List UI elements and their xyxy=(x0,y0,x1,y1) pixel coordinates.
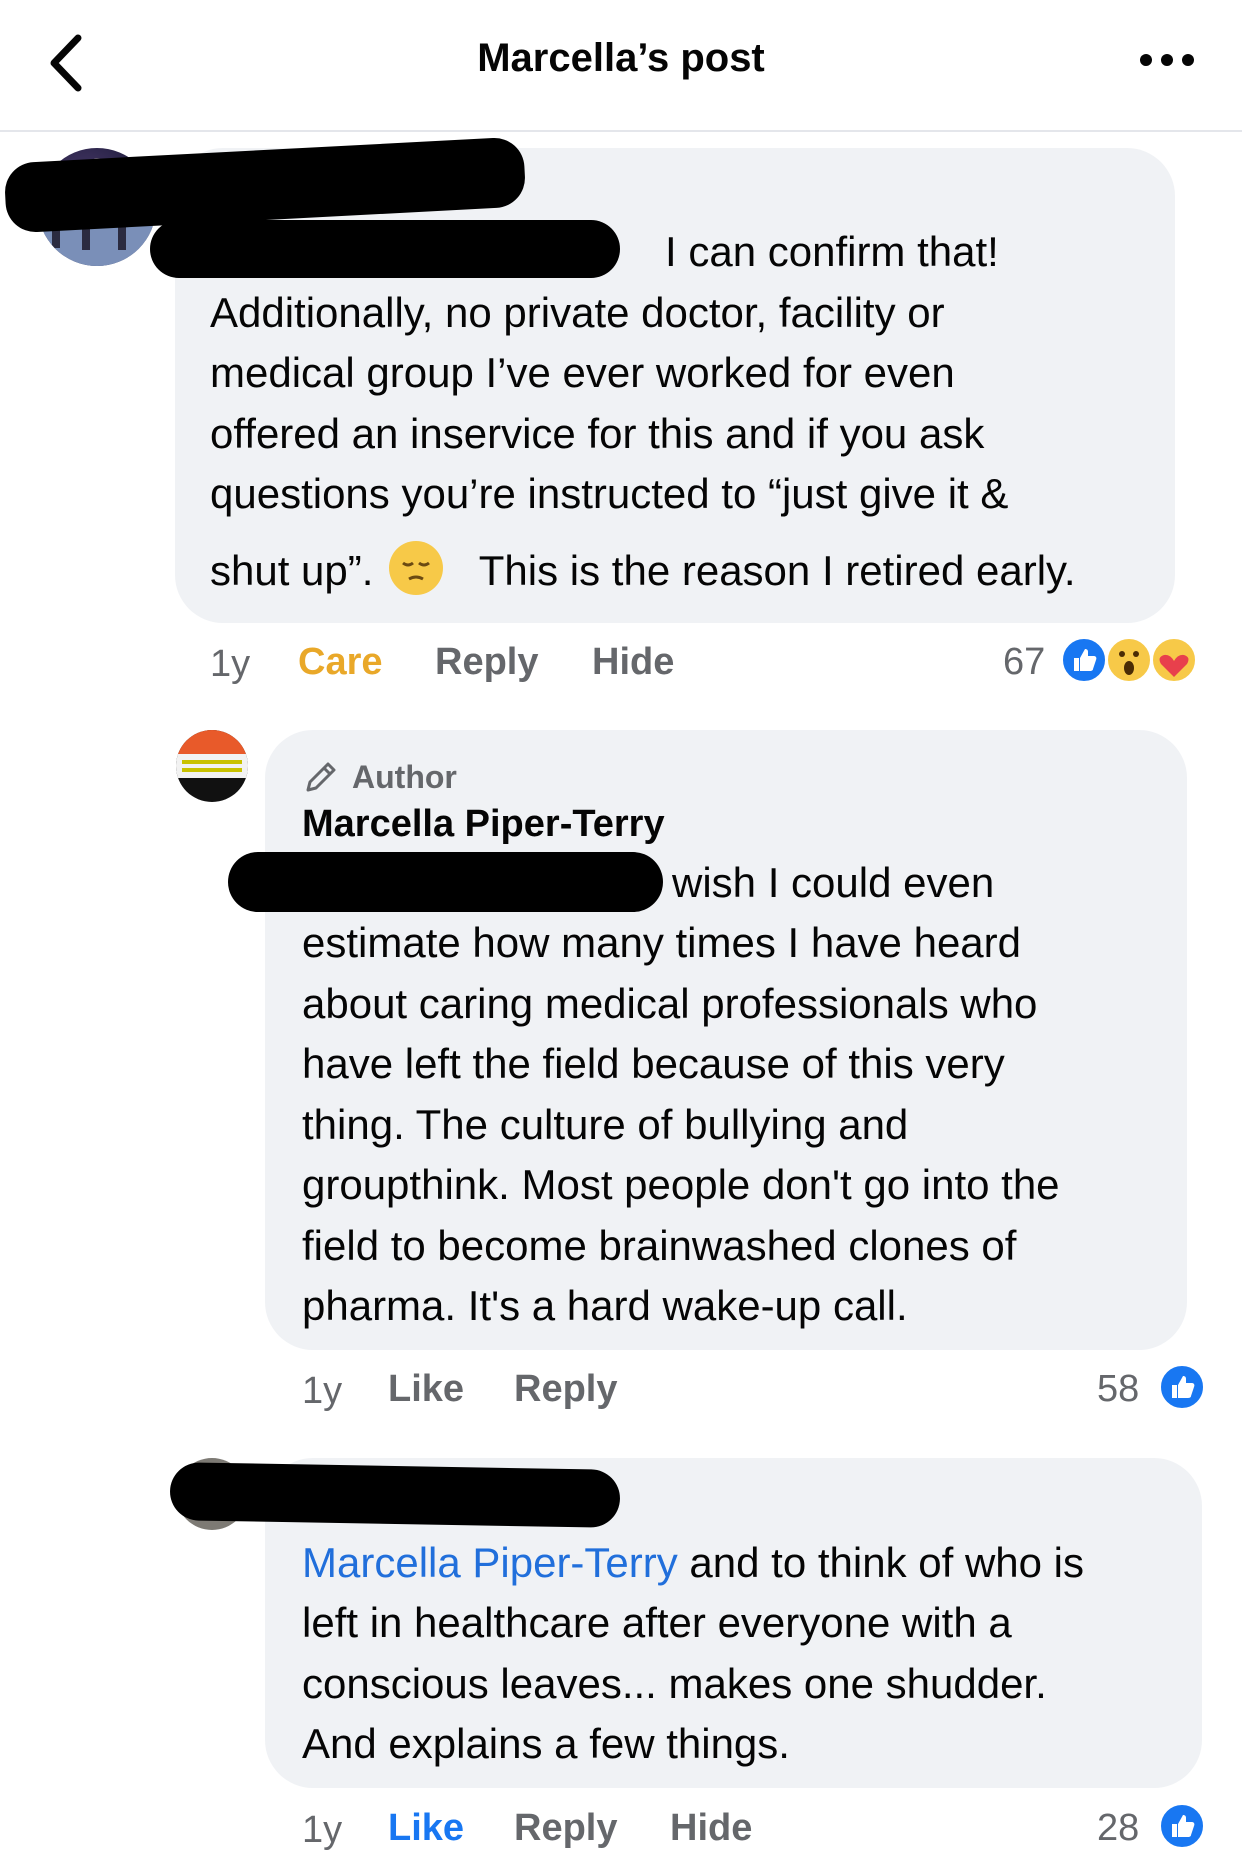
comment-text-line: Additionally, no private doctor, facilit… xyxy=(210,289,945,336)
comment-text-line: pharma. It's a hard wake-up call. xyxy=(302,1282,908,1329)
comment-text-line: wish I could even xyxy=(672,859,995,906)
comment-text-line: questions you’re instructed to “just giv… xyxy=(210,470,1009,517)
more-options-button[interactable] xyxy=(1132,40,1202,80)
mention-link[interactable]: Marcella Piper-Terry xyxy=(302,1539,678,1586)
reaction-count[interactable]: 28 xyxy=(1097,1807,1139,1850)
more-dots-icon xyxy=(1140,54,1194,66)
thumbs-up-icon xyxy=(1158,1363,1206,1411)
comment-text-segment: shut up”. xyxy=(210,547,374,594)
redaction-bar xyxy=(228,852,663,912)
top-bar: Marcella’s post xyxy=(0,0,1242,132)
thumbs-up-icon xyxy=(1158,1802,1206,1850)
reaction-count[interactable]: 67 xyxy=(1003,641,1045,684)
comment-text-line: shut up”. This is the reason I retired e… xyxy=(210,540,1076,602)
care-emoji-icon xyxy=(1150,636,1198,684)
hide-button[interactable]: Hide xyxy=(592,641,674,684)
redaction-bar xyxy=(169,1462,621,1528)
comment-text-line: conscious leaves... makes one shudder. xyxy=(302,1660,1047,1707)
comment-text-line: thing. The culture of bullying and xyxy=(302,1101,909,1148)
reply-button[interactable]: Reply xyxy=(514,1368,617,1411)
reaction-count[interactable]: 58 xyxy=(1097,1368,1139,1411)
comment-text-line: about caring medical professionals who xyxy=(302,980,1038,1027)
reply-button[interactable]: Reply xyxy=(435,641,538,684)
thumbs-up-icon xyxy=(1060,636,1108,684)
comment-text-line: field to become brainwashed clones of xyxy=(302,1222,1017,1269)
hide-button[interactable]: Hide xyxy=(670,1807,752,1850)
comment-text-line: And explains a few things. xyxy=(302,1720,790,1767)
author-avatar[interactable] xyxy=(176,730,248,802)
comment-timestamp[interactable]: 1y xyxy=(302,1809,342,1852)
comment-author-name[interactable]: Marcella Piper-Terry xyxy=(302,803,665,846)
reply-button[interactable]: Reply xyxy=(514,1807,617,1850)
pencil-icon xyxy=(306,762,336,792)
comment-text-line: I can confirm that! xyxy=(665,228,999,275)
comment-timestamp[interactable]: 1y xyxy=(210,643,250,686)
comment-text-line: medical group I’ve ever worked for even xyxy=(210,349,955,396)
comment-text-line: have left the field because of this very xyxy=(302,1040,1005,1087)
like-button[interactable]: Like xyxy=(388,1807,464,1850)
like-button[interactable]: Like xyxy=(388,1368,464,1411)
comment-text-line: estimate how many times I have heard xyxy=(302,919,1022,966)
author-badge: Author xyxy=(352,759,457,795)
pensive-emoji-icon xyxy=(389,540,444,595)
page-title: Marcella’s post xyxy=(477,36,765,80)
comment-text-segment: and to think of who is xyxy=(689,1539,1084,1586)
comment-text-line: left in healthcare after everyone with a xyxy=(302,1599,1012,1646)
comment-text-line: Marcella Piper-Terry and to think of who… xyxy=(302,1533,1084,1594)
wow-emoji-icon xyxy=(1105,636,1153,684)
comment-text-segment: This is the reason I retired early. xyxy=(478,547,1076,594)
comment-text-line: offered an inservice for this and if you… xyxy=(210,410,985,457)
comment-text-line: groupthink. Most people don't go into th… xyxy=(302,1161,1060,1208)
care-reaction-button[interactable]: Care xyxy=(298,641,383,684)
comment-timestamp[interactable]: 1y xyxy=(302,1370,342,1413)
redaction-bar xyxy=(150,220,620,278)
